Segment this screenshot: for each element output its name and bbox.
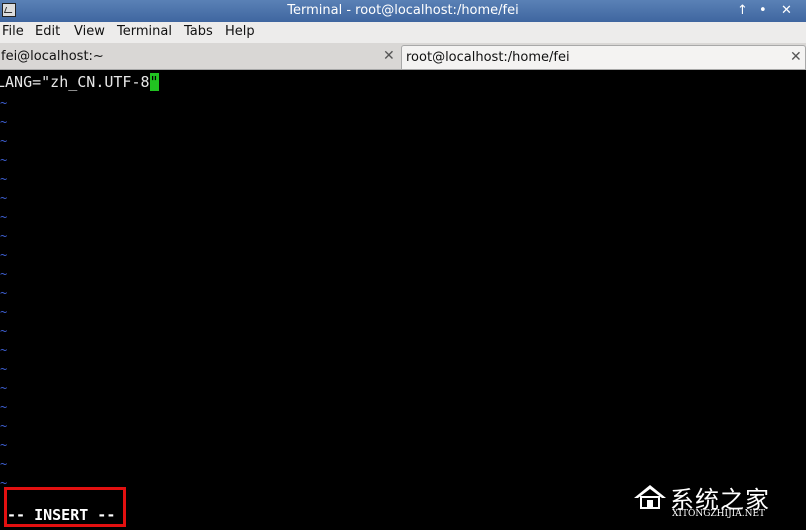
maximize-arrow-icon[interactable]: ↑ bbox=[737, 3, 748, 18]
editor-line-1: LANG="zh_CN.UTF-8" bbox=[0, 73, 159, 91]
watermark-url: XITONGZHIJIA.NET bbox=[672, 509, 766, 519]
empty-line-tilde: ~ bbox=[0, 305, 8, 319]
mode-indicator: -- INSERT -- bbox=[7, 506, 116, 524]
menu-bar: File Edit View Terminal Tabs Help bbox=[0, 22, 806, 44]
empty-line-tilde: ~ bbox=[0, 362, 8, 376]
title-bar: Terminal - root@localhost:/home/fei ↑ • … bbox=[0, 0, 806, 22]
terminal-area[interactable]: LANG="zh_CN.UTF-8" ~ ~ ~ ~ ~ ~ ~ ~ ~ ~ ~ ~ ~ ~ ~ ~ ~ ~ ~ ~ ~… bbox=[0, 70, 806, 530]
empty-line-tilde: ~ bbox=[0, 96, 8, 110]
empty-line-tilde: ~ bbox=[0, 400, 8, 414]
empty-line-tilde: ~ bbox=[0, 115, 8, 129]
menu-edit[interactable]: Edit bbox=[35, 24, 60, 39]
minimize-dot-icon[interactable]: • bbox=[759, 3, 767, 18]
menu-file[interactable]: File bbox=[2, 24, 24, 39]
house-logo-icon bbox=[634, 485, 666, 509]
watermark: 系统之家 XITONGZHIJIA.NET bbox=[632, 478, 802, 524]
empty-line-tilde: ~ bbox=[0, 438, 8, 452]
empty-line-tilde: ~ bbox=[0, 343, 8, 357]
tab-fei[interactable]: fei@localhost:~ ✕ bbox=[0, 45, 400, 69]
insert-mode-highlight: -- INSERT -- bbox=[4, 487, 126, 527]
menu-help[interactable]: Help bbox=[225, 24, 255, 39]
window-title: Terminal - root@localhost:/home/fei bbox=[287, 3, 519, 18]
empty-line-tilde: ~ bbox=[0, 153, 8, 167]
close-window-icon[interactable]: ✕ bbox=[781, 3, 792, 18]
empty-line-tilde: ~ bbox=[0, 229, 8, 243]
text-cursor: " bbox=[149, 73, 159, 91]
menu-view[interactable]: View bbox=[74, 24, 105, 39]
empty-line-tilde: ~ bbox=[0, 286, 8, 300]
empty-line-tilde: ~ bbox=[0, 419, 8, 433]
empty-line-tilde: ~ bbox=[0, 267, 8, 281]
empty-line-tilde: ~ bbox=[0, 457, 8, 471]
menu-tabs[interactable]: Tabs bbox=[184, 24, 213, 39]
tab-root-label: root@localhost:/home/fei bbox=[406, 50, 570, 65]
empty-line-tilde: ~ bbox=[0, 191, 8, 205]
tab-bar: fei@localhost:~ ✕ root@localhost:/home/f… bbox=[0, 43, 806, 70]
editor-line-text: LANG="zh_CN.UTF-8 bbox=[0, 73, 150, 91]
empty-line-tilde: ~ bbox=[0, 381, 8, 395]
menu-terminal[interactable]: Terminal bbox=[117, 24, 172, 39]
empty-line-tilde: ~ bbox=[0, 324, 8, 338]
empty-line-tilde: ~ bbox=[0, 134, 8, 148]
tab-root[interactable]: root@localhost:/home/fei ✕ bbox=[401, 45, 806, 69]
tab-root-close-icon[interactable]: ✕ bbox=[790, 49, 802, 65]
empty-line-tilde: ~ bbox=[0, 248, 8, 262]
empty-line-tilde: ~ bbox=[0, 210, 8, 224]
tab-fei-label: fei@localhost:~ bbox=[1, 49, 104, 64]
tab-fei-close-icon[interactable]: ✕ bbox=[383, 48, 395, 64]
empty-line-tilde: ~ bbox=[0, 172, 8, 186]
